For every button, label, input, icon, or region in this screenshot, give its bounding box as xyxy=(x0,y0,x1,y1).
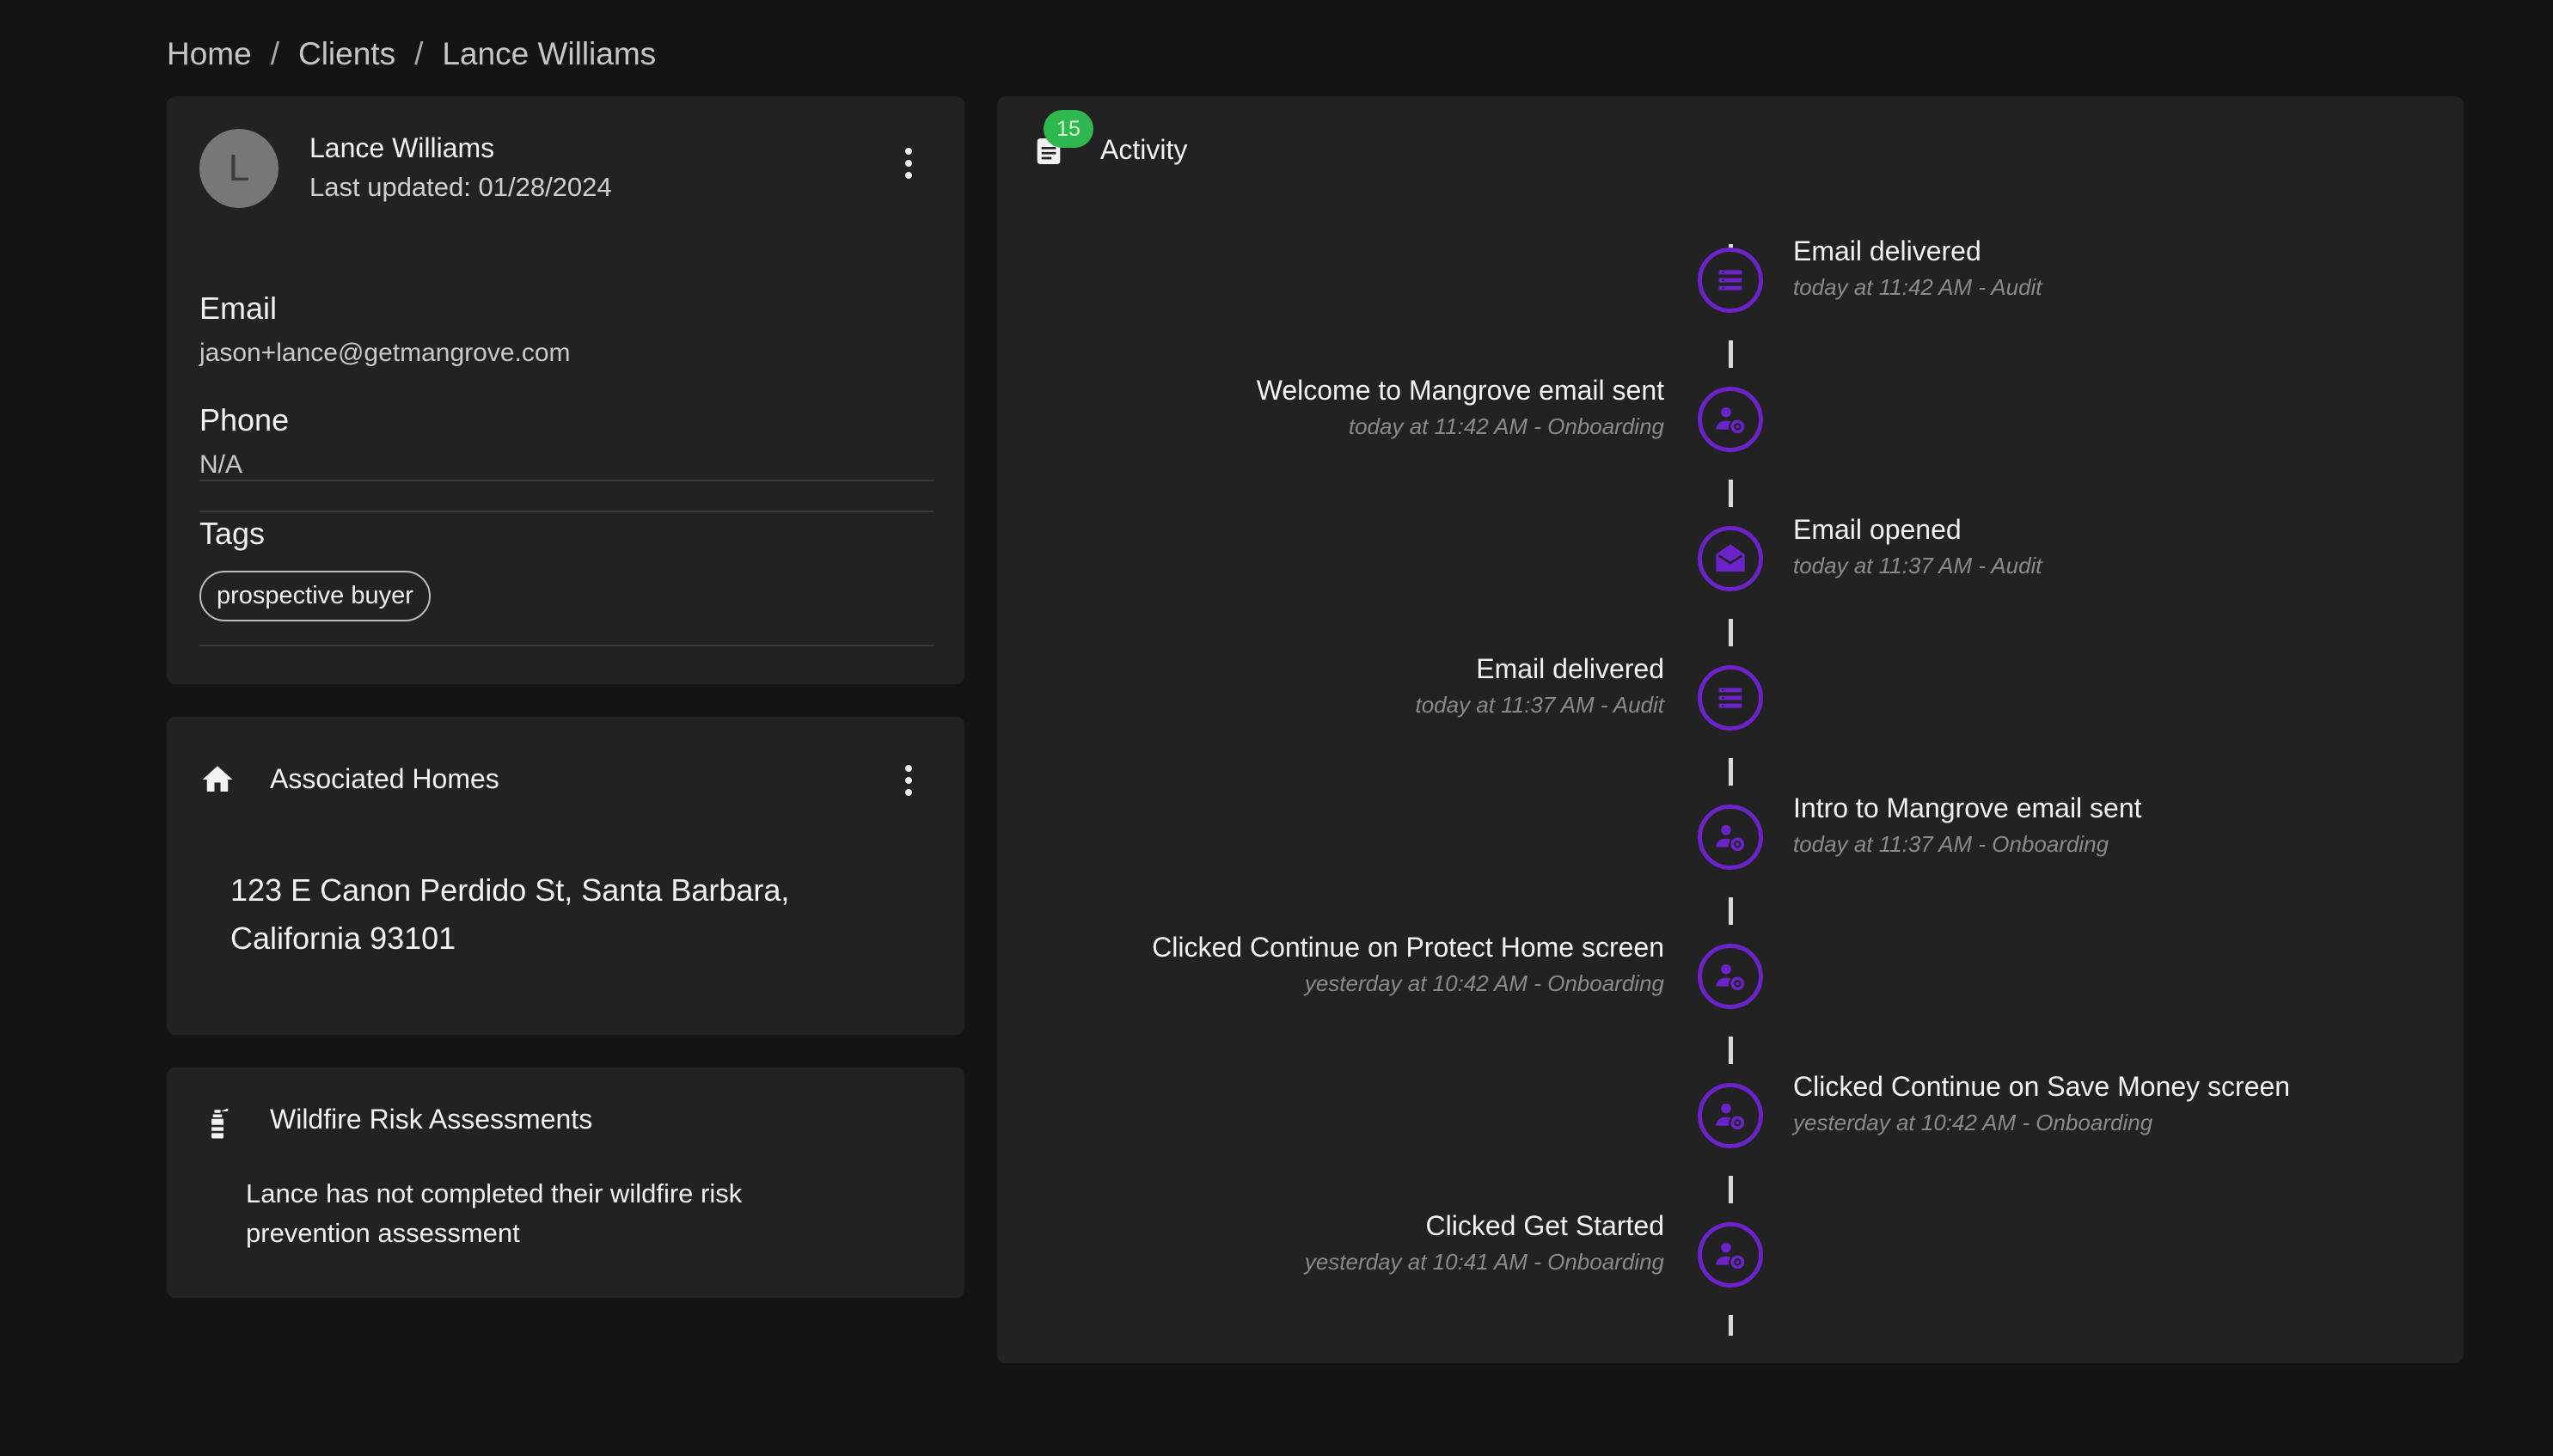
timeline-connector xyxy=(1729,1315,1733,1336)
timeline-event-title: Email delivered xyxy=(1793,236,1981,266)
timeline-event-title: Intro to Mangrove email sent xyxy=(1793,792,2142,823)
timeline-connector xyxy=(1729,1037,1733,1064)
timeline-event-title: Email opened xyxy=(1793,514,1962,545)
home-address[interactable]: 123 E Canon Perdido St, Santa Barbara, C… xyxy=(230,866,884,963)
client-card: L Lance Williams Last updated: 01/28/202… xyxy=(167,96,964,684)
timeline-connector xyxy=(1729,619,1733,646)
timeline-event: Welcome to Mangrove email sent today at 1… xyxy=(1257,375,1664,440)
tag-chip[interactable]: prospective buyer xyxy=(199,571,431,621)
fire-extinguisher-icon xyxy=(199,1105,236,1141)
timeline-event-meta: yesterday at 10:41 AM - Onboarding xyxy=(1304,1249,1664,1275)
timeline-event-title: Welcome to Mangrove email sent xyxy=(1256,375,1664,406)
client-name: Lance Williams xyxy=(309,132,495,163)
timeline-event-title: Email delivered xyxy=(1476,653,1664,684)
home-icon xyxy=(199,762,236,798)
envelope-open-icon xyxy=(1698,526,1763,591)
timeline-event: Intro to Mangrove email sent today at 11:… xyxy=(1793,792,2142,858)
timeline-event-title: Clicked Continue on Protect Home screen xyxy=(1152,932,1664,963)
wildfire-title: Wildfire Risk Assessments xyxy=(270,1104,593,1135)
user-gear-icon xyxy=(1698,804,1763,870)
client-more-menu-icon[interactable] xyxy=(896,143,921,184)
timeline-event-title: Clicked Continue on Save Money screen xyxy=(1793,1071,2291,1102)
timeline-connector xyxy=(1729,340,1733,368)
associated-homes-title: Associated Homes xyxy=(270,763,499,794)
breadcrumb: Home / Clients / Lance Williams xyxy=(167,36,656,72)
timeline-event-meta: today at 11:37 AM - Onboarding xyxy=(1793,831,2109,857)
timeline-event: Clicked Get Started yesterday at 10:41 AM… xyxy=(1305,1210,1664,1276)
wildfire-card: Wildfire Risk Assessments Lance has not … xyxy=(167,1068,964,1298)
timeline-connector xyxy=(1729,897,1733,925)
user-gear-icon xyxy=(1698,944,1763,1009)
breadcrumb-clients[interactable]: Clients xyxy=(298,36,395,72)
user-gear-icon xyxy=(1698,387,1763,452)
tags-label: Tags xyxy=(199,516,266,551)
timeline-connector xyxy=(1729,758,1733,786)
last-updated: Last updated: 01/28/2024 xyxy=(309,172,612,202)
wildfire-message: Lance has not completed their wildfire r… xyxy=(246,1178,743,1248)
timeline-event-title: Clicked Get Started xyxy=(1425,1210,1664,1241)
list-icon xyxy=(1698,248,1763,313)
breadcrumb-separator: / xyxy=(414,36,424,71)
timeline-event: Email delivered today at 11:42 AM - Audit xyxy=(1793,236,2042,301)
timeline-event-meta: today at 11:37 AM - Audit xyxy=(1793,553,2042,578)
user-gear-icon xyxy=(1698,1083,1763,1148)
timeline-event: Email opened today at 11:37 AM - Audit xyxy=(1793,514,2042,579)
list-icon xyxy=(1698,665,1763,731)
breadcrumb-current: Lance Williams xyxy=(442,36,657,71)
activity-title: Activity xyxy=(1100,134,1188,165)
phone-value: N/A xyxy=(199,450,243,479)
breadcrumb-separator: / xyxy=(270,36,279,71)
timeline-event-meta: yesterday at 10:42 AM - Onboarding xyxy=(1304,970,1664,996)
activity-card: 15 Activity Email delivered today at 11:4… xyxy=(997,96,2464,1363)
activity-count-badge: 15 xyxy=(1044,110,1093,148)
email-label: Email xyxy=(199,291,278,326)
timeline-event-meta: today at 11:42 AM - Audit xyxy=(1793,274,2042,300)
phone-field: Phone N/A xyxy=(199,402,934,512)
tags-field: Tags prospective buyer xyxy=(199,516,934,646)
timeline-event: Clicked Continue on Save Money screen yes… xyxy=(1793,1071,2290,1136)
timeline-connector xyxy=(1729,480,1733,507)
timeline-event: Email delivered today at 11:37 AM - Audit xyxy=(1415,653,1664,719)
timeline-event-meta: yesterday at 10:42 AM - Onboarding xyxy=(1793,1110,2153,1135)
user-gear-icon xyxy=(1698,1222,1763,1288)
associated-homes-card: Associated Homes 123 E Canon Perdido St,… xyxy=(167,717,964,1035)
email-value: jason+lance@getmangrove.com xyxy=(199,339,571,367)
timeline-event-meta: today at 11:42 AM - Onboarding xyxy=(1348,413,1664,439)
homes-more-menu-icon[interactable] xyxy=(896,760,921,801)
phone-label: Phone xyxy=(199,402,290,437)
timeline-event-meta: today at 11:37 AM - Audit xyxy=(1415,692,1664,718)
avatar: L xyxy=(199,129,279,208)
timeline-connector xyxy=(1729,1176,1733,1203)
timeline-event: Clicked Continue on Protect Home screen y… xyxy=(1152,932,1664,997)
breadcrumb-home[interactable]: Home xyxy=(167,36,252,72)
